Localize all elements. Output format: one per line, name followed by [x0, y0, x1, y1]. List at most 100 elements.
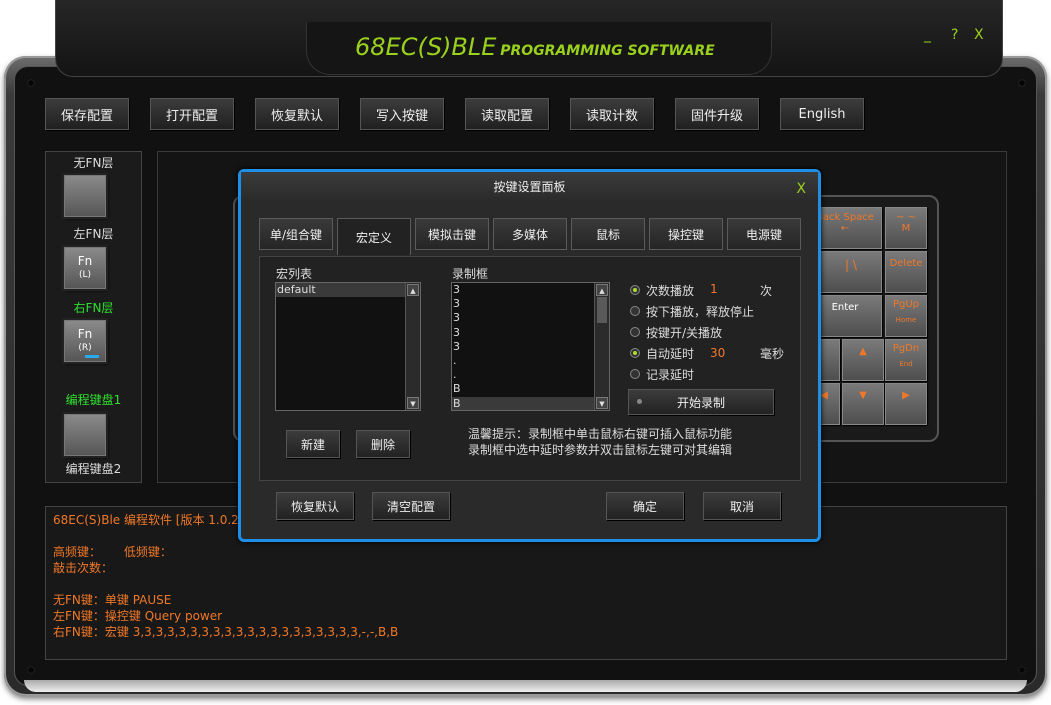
count-unit: 次 — [760, 284, 773, 298]
cancel-button[interactable]: 取消 — [703, 492, 781, 520]
screw — [1019, 80, 1025, 86]
auto-delay-label: 自动延时 — [646, 347, 695, 361]
delete-macro-button[interactable]: 删除 — [356, 430, 410, 458]
delete-key[interactable]: Delete — [885, 251, 927, 293]
app-title-sub: PROGRAMMING SOFTWARE — [500, 43, 715, 59]
prog-keyboard-2-label: 编程键盘2 — [65, 462, 122, 476]
right-fn-layer-key[interactable]: Fn (R) — [64, 320, 106, 362]
tilde-key[interactable]: ~ ~ M — [885, 207, 927, 249]
dialog-close-button[interactable]: X — [796, 181, 806, 197]
scroll-down-icon[interactable]: ▼ — [407, 397, 419, 409]
scroll-up-icon[interactable]: ▲ — [596, 284, 608, 296]
down-arrow-key[interactable]: ▼ — [842, 383, 884, 425]
tab-macro[interactable]: 宏定义 — [337, 218, 411, 255]
close-button[interactable]: X — [974, 27, 984, 43]
tab-single-combo[interactable]: 单/组合键 — [259, 218, 333, 250]
macro-list[interactable]: default ▲ ▼ — [275, 282, 421, 411]
prog-keyboard-toggle[interactable] — [64, 414, 106, 456]
left-fn-layer-key[interactable]: Fn (L) — [64, 247, 106, 289]
key-settings-dialog: 按键设置面板 X 单/组合键 宏定义 模拟击键 多媒体 鼠标 操控键 电源键 宏… — [238, 169, 821, 542]
fn-key-sub-label: (L) — [78, 270, 92, 280]
list-item[interactable]: 3 — [452, 283, 609, 297]
list-item[interactable]: . — [452, 368, 609, 382]
home-key-label: Home — [895, 316, 917, 324]
toggle-play-radio[interactable] — [630, 327, 640, 337]
hint-line-1: 温馨提示：录制框中单击鼠标右键可插入鼠标功能 — [468, 427, 733, 441]
macro-list-label: 宏列表 — [276, 267, 313, 281]
no-fn-layer-label: 无FN层 — [73, 156, 114, 170]
firmware-upgrade-button[interactable]: 固件升级 — [675, 98, 759, 130]
list-item[interactable]: 3 — [452, 311, 609, 325]
scroll-down-icon[interactable]: ▼ — [596, 397, 608, 409]
tab-power-keys[interactable]: 电源键 — [727, 218, 801, 250]
save-config-button[interactable]: 保存配置 — [45, 98, 129, 130]
open-config-button[interactable]: 打开配置 — [150, 98, 234, 130]
record-box-label: 录制框 — [452, 267, 489, 281]
log-line: 68EC(S)Ble 编程软件 [版本 1.0.2] — [53, 513, 244, 527]
frame-bottom-edge — [24, 680, 1027, 692]
write-keys-button[interactable]: 写入按键 — [360, 98, 444, 130]
restore-default-button[interactable]: 恢复默认 — [255, 98, 339, 130]
scroll-thumb[interactable] — [597, 297, 607, 323]
no-fn-layer-key[interactable] — [64, 175, 106, 217]
record-box[interactable]: 3 3 3 3 3 . . B B ▲ ▼ — [451, 282, 610, 411]
help-button[interactable]: ? — [951, 27, 958, 43]
tab-control-keys[interactable]: 操控键 — [649, 218, 723, 250]
pgdn-key[interactable]: PgDn End — [885, 339, 927, 381]
app-title: 68EC(S)BLE PROGRAMMING SOFTWARE — [355, 33, 715, 61]
delete-key-label: Delete — [889, 258, 923, 269]
scroll-up-icon[interactable]: ▲ — [407, 284, 419, 296]
tilde-key-sub-label: M — [901, 223, 911, 234]
up-arrow-key[interactable]: ▲ — [842, 339, 884, 381]
list-item[interactable]: B — [452, 382, 609, 396]
log-line: 敲击次数： — [53, 561, 114, 575]
hold-play-label: 按下播放，释放停止 — [646, 305, 755, 319]
count-input[interactable]: 1 — [710, 282, 718, 296]
pgup-key-label: PgUp — [892, 299, 920, 310]
delay-unit: 毫秒 — [760, 347, 785, 361]
minimize-button[interactable]: _ — [924, 27, 931, 43]
list-item[interactable]: default — [276, 283, 420, 298]
count-play-radio[interactable] — [630, 285, 640, 295]
dialog-title: 按键设置面板 — [241, 172, 818, 202]
clear-config-button[interactable]: 清空配置 — [372, 492, 450, 520]
tab-multimedia[interactable]: 多媒体 — [493, 218, 567, 250]
record-delay-radio[interactable] — [630, 369, 640, 379]
tab-mouse[interactable]: 鼠标 — [571, 218, 645, 250]
read-count-button[interactable]: 读取计数 — [570, 98, 654, 130]
right-fn-layer-label: 右FN层 — [73, 301, 114, 315]
down-arrow-icon: ▼ — [859, 390, 867, 401]
hold-play-radio[interactable] — [630, 306, 640, 316]
log-line: 左FN键：操控键 Query power — [53, 609, 223, 623]
pgup-key[interactable]: PgUp Home — [885, 295, 927, 337]
tab-simulated-keystroke[interactable]: 模拟击键 — [415, 218, 489, 250]
list-item[interactable]: 3 — [452, 297, 609, 311]
list-item[interactable]: . — [452, 354, 609, 368]
right-arrow-key[interactable]: ▶ — [885, 383, 927, 425]
list-item[interactable]: 3 — [452, 326, 609, 340]
selected-indicator — [85, 355, 99, 358]
auto-delay-radio[interactable] — [630, 348, 640, 358]
fn-key-sub-label: (R) — [78, 343, 92, 353]
start-record-button[interactable]: 开始录制 — [628, 389, 774, 415]
right-arrow-icon: ▶ — [902, 390, 910, 401]
restore-default-dialog-button[interactable]: 恢复默认 — [276, 492, 354, 520]
list-item[interactable]: B — [452, 396, 609, 410]
layer-panel: 无FN层 左FN层 Fn (L) 右FN层 Fn (R) 编程键盘1 编程键盘2 — [45, 151, 142, 483]
english-button[interactable]: English — [780, 98, 864, 130]
new-macro-button[interactable]: 新建 — [286, 430, 340, 458]
backslash-key[interactable]: | \ — [820, 251, 882, 293]
app-title-main: 68EC(S)BLE — [355, 33, 497, 61]
delay-input[interactable]: 30 — [710, 346, 725, 360]
scrollbar[interactable]: ▲ ▼ — [594, 283, 609, 410]
pgdn-key-label: PgDn — [892, 343, 920, 354]
ok-button[interactable]: 确定 — [606, 492, 684, 520]
screw — [28, 667, 34, 673]
list-item[interactable]: 3 — [452, 340, 609, 354]
read-config-button[interactable]: 读取配置 — [465, 98, 549, 130]
log-line: 高频键： 低频键： — [53, 545, 172, 559]
scrollbar[interactable]: ▲ ▼ — [405, 283, 420, 410]
toggle-play-label: 按键开/关播放 — [646, 326, 723, 340]
prog-keyboard-1-label: 编程键盘1 — [65, 393, 122, 407]
log-line: 右FN键：宏键 3,3,3,3,3,3,3,3,3,3,3,3,3,3,3,3,… — [53, 625, 399, 639]
